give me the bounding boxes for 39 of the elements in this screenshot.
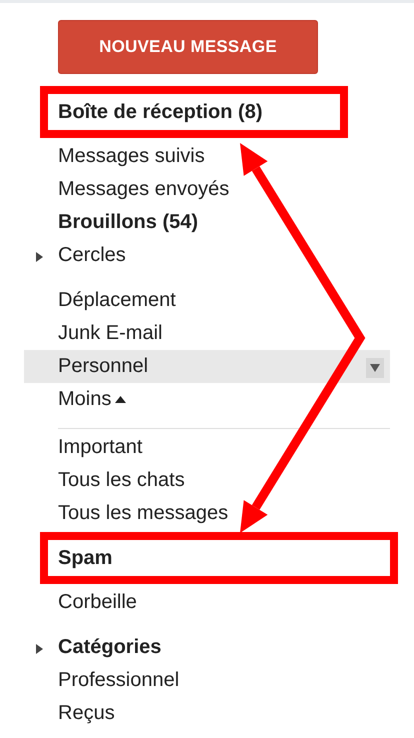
folder-item[interactable]: Tous les messages	[40, 497, 398, 530]
highlighted-folder-item[interactable]: Spam	[40, 532, 398, 584]
folder-label: Déplacement	[58, 289, 176, 312]
expand-icon[interactable]	[36, 252, 43, 262]
folder-item[interactable]: Messages envoyés	[40, 173, 390, 206]
folder-label: Professionnel	[58, 669, 180, 692]
folder-item[interactable]: Reçus	[40, 697, 390, 730]
folder-item[interactable]: Brouillons (54)	[40, 206, 390, 239]
dropdown-icon[interactable]	[366, 358, 384, 378]
folder-item[interactable]: Déplacement	[40, 284, 390, 317]
folder-label: Corbeille	[58, 591, 137, 614]
caret-up-icon	[115, 396, 126, 403]
folder-label: Boîte de réception (8)	[58, 100, 262, 124]
folder-label: Moins	[58, 388, 112, 411]
folder-label: Spam	[58, 546, 112, 570]
folder-item[interactable]: Cercles	[40, 239, 390, 272]
folder-item[interactable]: Personnel	[24, 350, 390, 383]
folder-item[interactable]: Corbeille	[40, 586, 398, 619]
compose-button[interactable]: NOUVEAU MESSAGE	[58, 20, 318, 74]
folder-label: Messages envoyés	[58, 178, 230, 201]
folder-item[interactable]: Moins	[40, 383, 390, 416]
folder-label: Reçus	[58, 702, 115, 725]
folder-item[interactable]: Important	[40, 431, 398, 464]
folder-item[interactable]: Messages suivis	[40, 140, 390, 173]
folder-item[interactable]: Professionnel	[40, 664, 390, 697]
folder-item[interactable]: Junk E-mail	[40, 317, 390, 350]
folder-label: Catégories	[58, 636, 162, 659]
folder-item[interactable]: Catégories	[40, 631, 390, 664]
folder-label: Messages suivis	[58, 145, 205, 168]
expand-icon[interactable]	[36, 644, 43, 654]
folder-label: Personnel	[58, 355, 148, 378]
folder-label: Cercles	[58, 244, 126, 267]
folder-label: Junk E-mail	[58, 322, 162, 345]
folder-label: Important	[58, 436, 142, 459]
folder-label: Tous les messages	[58, 502, 228, 525]
folder-item[interactable]: Tous les chats	[40, 464, 398, 497]
highlighted-folder-item[interactable]: Boîte de réception (8)	[40, 86, 348, 138]
folder-label: Tous les chats	[58, 469, 185, 492]
folder-label: Brouillons (54)	[58, 211, 198, 234]
